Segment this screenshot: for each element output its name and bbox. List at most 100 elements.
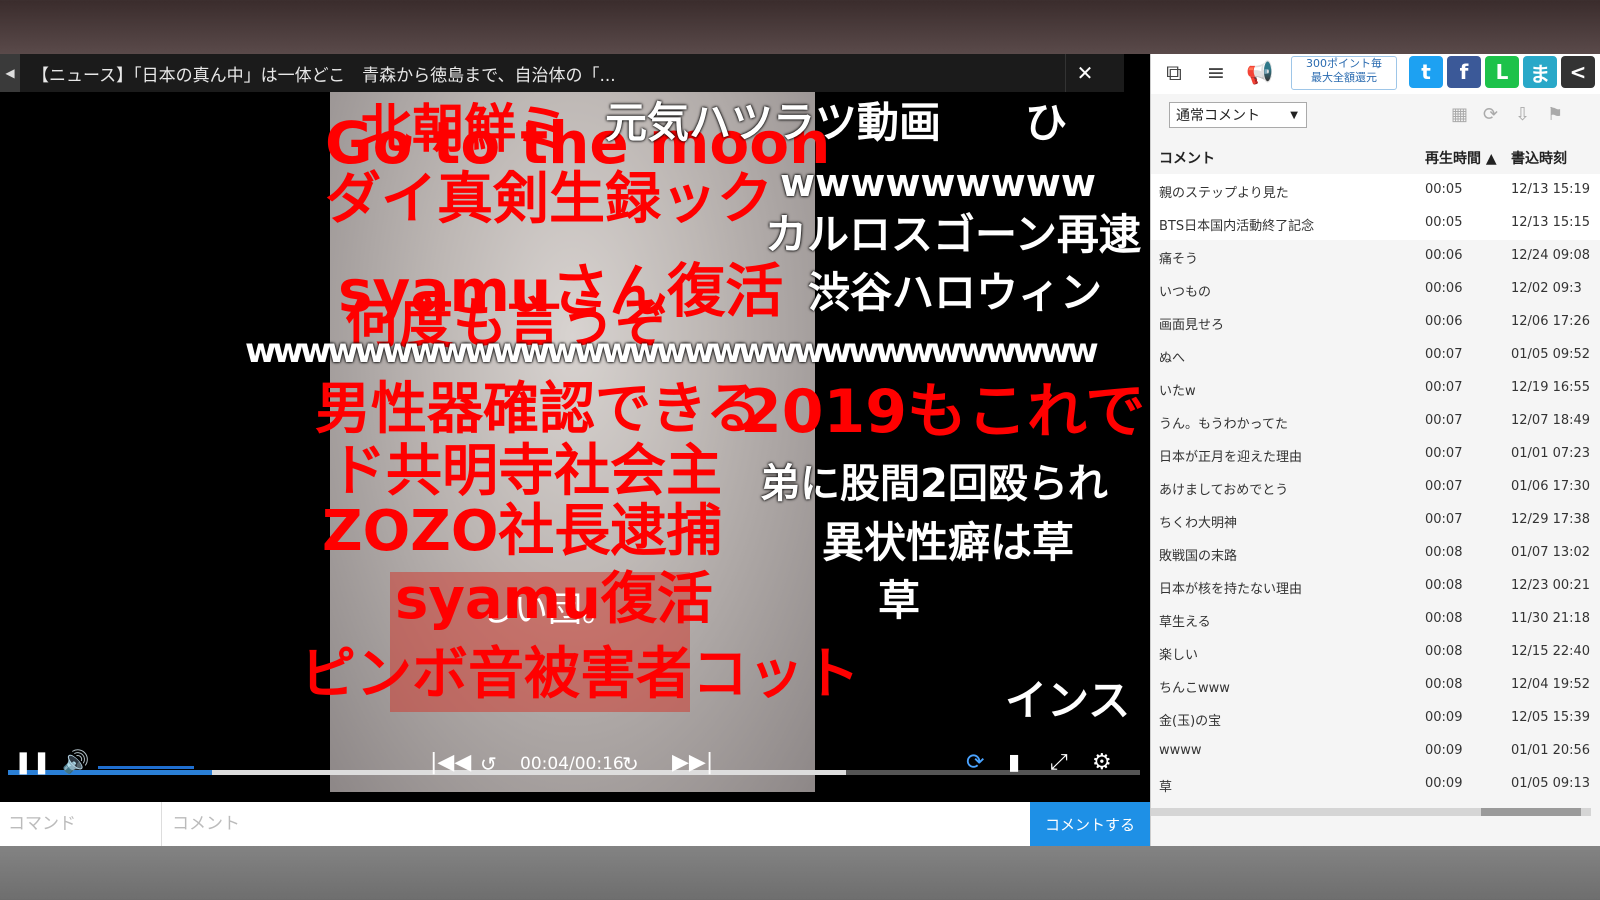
- promo-line-2: 最大全額還元: [1311, 71, 1377, 84]
- share-icon[interactable]: <: [1561, 56, 1595, 88]
- twitter-icon[interactable]: t: [1409, 56, 1443, 88]
- row-posted: 12/13 15:19: [1511, 182, 1591, 197]
- share-toolbar: ⧉ ≡ 📢 300ポイント毎 最大全額還元 t f L ま <: [1151, 54, 1600, 94]
- comment-type-select[interactable]: 通常コメント ▼: [1169, 102, 1307, 128]
- comment-row[interactable]: いたw 00:07 12/19 16:55: [1151, 372, 1600, 405]
- row-time: 00:09: [1425, 743, 1463, 758]
- row-comment: いたw: [1159, 384, 1196, 399]
- comment-row[interactable]: 楽しい 00:08 12/15 22:40: [1151, 636, 1600, 669]
- danmaku-comment: wwwwwwwww: [780, 161, 1096, 205]
- video-player: ◀ 【ニュース】「日本の真ん中」は一体どこ 青森から徳島まで、自治体の「... …: [0, 54, 1150, 846]
- comment-row[interactable]: 金(玉)の宝 00:09 12/05 15:39: [1151, 702, 1600, 735]
- comment-table-header: コメント 再生時間 ▲ 書込時刻: [1151, 142, 1600, 170]
- row-time: 00:07: [1425, 413, 1463, 428]
- report-icon[interactable]: ⚑: [1547, 104, 1563, 125]
- row-comment: BTS日本国内活動終了記念: [1159, 219, 1315, 234]
- comment-toggle-icon[interactable]: ▮: [1008, 750, 1020, 775]
- row-posted: 12/19 16:55: [1511, 380, 1591, 395]
- fullscreen-icon[interactable]: ⤢: [1050, 750, 1068, 775]
- comment-row[interactable]: あけましておめでとう 00:07 01/06 17:30: [1151, 471, 1600, 504]
- row-comment: 日本が核を持たない理由: [1159, 582, 1303, 597]
- comment-panel: ⧉ ≡ 📢 300ポイント毎 最大全額還元 t f L ま < 通常コメント ▼…: [1150, 54, 1600, 846]
- row-time: 00:06: [1425, 281, 1463, 296]
- danmaku-comment: ZOZO社長逮捕: [322, 499, 723, 564]
- rewind-10-icon[interactable]: ↺: [480, 752, 497, 776]
- row-posted: 01/05 09:13: [1511, 776, 1591, 791]
- player-titlebar: ◀ 【ニュース】「日本の真ん中」は一体どこ 青森から徳島まで、自治体の「... …: [0, 54, 1124, 92]
- row-posted: 12/07 18:49: [1511, 413, 1591, 428]
- comment-row[interactable]: 敗戦国の末路 00:08 01/07 13:02: [1151, 537, 1600, 570]
- col-comment[interactable]: コメント: [1159, 148, 1215, 168]
- row-comment: 親のステップより見た: [1159, 186, 1289, 201]
- row-comment: 敗戦国の末路: [1159, 549, 1238, 564]
- volume-icon[interactable]: 🔊: [62, 750, 89, 775]
- chevron-left-icon[interactable]: ◀: [0, 54, 20, 92]
- select-value: 通常コメント: [1176, 108, 1260, 124]
- comment-row[interactable]: 日本が正月を迎えた理由 00:07 01/01 07:23: [1151, 438, 1600, 471]
- pause-icon[interactable]: ❚❚: [14, 750, 51, 775]
- danmaku-comment: 草: [878, 576, 921, 625]
- row-comment: ちんこwww: [1159, 681, 1230, 696]
- danmaku-comment: wwwwwwwwwwwwwwwwwwwwwwwwwwwwwww: [245, 331, 1099, 371]
- comment-row[interactable]: うん。もうわかってた 00:07 12/07 18:49: [1151, 405, 1600, 438]
- comment-row[interactable]: 痛そう 00:06 12/24 09:08: [1151, 240, 1600, 273]
- row-time: 00:08: [1425, 611, 1463, 626]
- row-posted: 12/29 17:38: [1511, 512, 1591, 527]
- comment-row[interactable]: 親のステップより見た 00:05 12/13 15:19: [1151, 174, 1600, 207]
- skip-to-start-icon[interactable]: |◀◀: [430, 750, 471, 775]
- row-comment: ちくわ大明神: [1159, 516, 1238, 531]
- row-time: 00:08: [1425, 644, 1463, 659]
- row-comment: 草: [1159, 780, 1173, 795]
- danmaku-comment: ピンボ音被害者コット: [300, 642, 860, 707]
- comment-row[interactable]: wwww 00:09 01/01 20:56: [1151, 735, 1600, 768]
- comment-row[interactable]: ぬへ 00:07 01/05 09:52: [1151, 339, 1600, 372]
- comment-row[interactable]: いつもの 00:06 12/02 09:3: [1151, 273, 1600, 306]
- danmaku-comment: インス: [1005, 676, 1131, 725]
- forward-10-icon[interactable]: ↻: [622, 752, 639, 776]
- comment-input-row: コメントする: [0, 802, 1150, 846]
- comment-row[interactable]: ちくわ大明神 00:07 12/29 17:38: [1151, 504, 1600, 537]
- command-input[interactable]: [0, 802, 162, 846]
- download-icon[interactable]: ⇩: [1515, 104, 1530, 125]
- row-posted: 12/23 00:21: [1511, 578, 1591, 593]
- comment-row[interactable]: ちんこwww 00:08 12/04 19:52: [1151, 669, 1600, 702]
- comment-row[interactable]: 草 00:09 01/05 09:13: [1151, 768, 1600, 801]
- close-button[interactable]: ✕: [1065, 54, 1104, 92]
- line-icon[interactable]: L: [1485, 56, 1519, 88]
- col-play-time[interactable]: 再生時間 ▲: [1425, 148, 1497, 168]
- scrollbar-thumb[interactable]: [1481, 808, 1581, 816]
- danmaku-comment: 渋谷ハロウィン: [808, 268, 1103, 317]
- facebook-icon[interactable]: f: [1447, 56, 1481, 88]
- row-posted: 12/04 19:52: [1511, 677, 1591, 692]
- point-promo-banner[interactable]: 300ポイント毎 最大全額還元: [1291, 56, 1397, 90]
- row-time: 00:06: [1425, 248, 1463, 263]
- col-posted[interactable]: 書込時刻: [1511, 148, 1567, 168]
- row-time: 00:05: [1425, 215, 1463, 230]
- comment-row[interactable]: 日本が核を持たない理由 00:08 12/23 00:21: [1151, 570, 1600, 603]
- niconico-player-window: ◀ 【ニュース】「日本の真ん中」は一体どこ 青森から徳島まで、自治体の「... …: [0, 54, 1600, 846]
- row-comment: 草生える: [1159, 615, 1211, 630]
- row-time: 00:07: [1425, 347, 1463, 362]
- row-posted: 12/15 22:40: [1511, 644, 1591, 659]
- danmaku-comment: 男性器確認できる: [315, 377, 762, 442]
- skip-to-end-icon[interactable]: ▶▶|: [672, 750, 713, 775]
- row-time: 00:08: [1425, 677, 1463, 692]
- matome-icon[interactable]: ま: [1523, 56, 1557, 88]
- settings-gear-icon[interactable]: ⚙: [1092, 750, 1112, 775]
- comment-row[interactable]: 画面見せろ 00:06 12/06 17:26: [1151, 306, 1600, 339]
- calendar-icon[interactable]: ▦: [1451, 104, 1468, 125]
- ad-megaphone-icon[interactable]: 📢: [1243, 58, 1277, 88]
- submit-comment-button[interactable]: コメントする: [1030, 802, 1150, 846]
- horizontal-scrollbar[interactable]: [1151, 808, 1591, 816]
- comment-input[interactable]: [166, 802, 1026, 846]
- refresh-icon[interactable]: ⟳: [1483, 104, 1498, 125]
- video-screen[interactable]: しい団。 北朝鮮ミ Go to the moon ダイ真剣生録ック syamuさ…: [0, 92, 1150, 792]
- comment-row[interactable]: BTS日本国内活動終了記念 00:05 12/13 15:15: [1151, 207, 1600, 240]
- comment-list: 親のステップより見た 00:05 12/13 15:19 BTS日本国内活動終了記念…: [1151, 174, 1600, 801]
- comment-row[interactable]: 草生える 00:08 11/30 21:18: [1151, 603, 1600, 636]
- loop-icon[interactable]: ⟳: [966, 750, 984, 775]
- bookmark-icon[interactable]: ⧉: [1157, 58, 1191, 88]
- mylist-add-icon[interactable]: ≡: [1199, 58, 1233, 88]
- row-posted: 12/02 09:3: [1511, 281, 1582, 296]
- volume-slider[interactable]: [98, 766, 194, 769]
